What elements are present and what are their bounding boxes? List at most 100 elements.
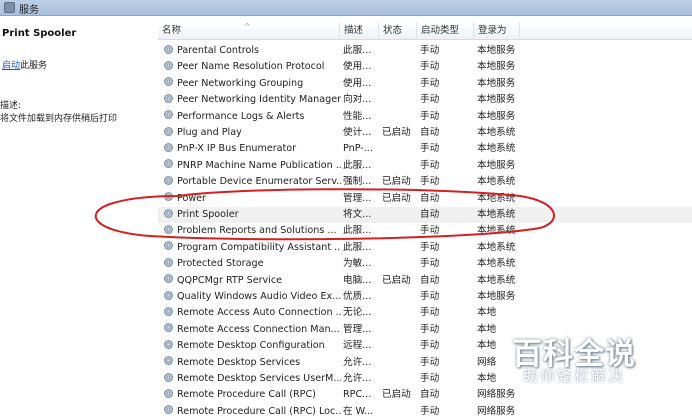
service-startup-type-cell: 手动 (420, 110, 440, 122)
service-logon-cell: 本地服务 (477, 291, 516, 302)
service-status-cell (382, 43, 418, 59)
service-status-cell (382, 404, 418, 419)
service-name-cell: Remote Desktop Services (163, 355, 341, 371)
service-description-cell: 此服... (343, 225, 372, 237)
service-startup-type-cell: 自动 (420, 274, 440, 286)
column-header-status[interactable]: 状态 (379, 22, 417, 40)
gear-icon (164, 405, 173, 415)
table-row[interactable]: PnP-X IP Bus Enumerator PnP-... 手动 本地系统 (158, 141, 692, 157)
service-status-cell (382, 256, 418, 272)
service-name-text: Protected Storage (177, 258, 264, 270)
table-row[interactable]: Problem Reports and Solutions ... 此服... 手动… (158, 223, 692, 239)
service-name-text: Remote Desktop Services (177, 356, 301, 368)
table-row[interactable]: Protected Storage 为敏... 手动 本地系统 (158, 256, 692, 272)
service-startup-type-cell: 自动 (420, 192, 440, 204)
service-status-cell: 已启动 (382, 274, 411, 286)
service-status-cell (382, 59, 418, 75)
column-header-name[interactable]: 名称 ^ (158, 22, 340, 40)
service-status-cell (382, 338, 418, 354)
service-name-text: Power (177, 192, 207, 204)
column-header-startup-type[interactable]: 启动类型 (417, 22, 474, 40)
service-startup-type-cell: 手动 (420, 143, 440, 155)
service-startup-type-cell: 手动 (420, 225, 440, 237)
service-name-text: Remote Access Connection Man... (177, 323, 340, 335)
table-row[interactable]: Performance Logs & Alerts 性能... 手动 本地服务 (158, 109, 692, 125)
service-description-cell: 为敏... (343, 258, 372, 270)
service-status-cell: 已启动 (382, 176, 411, 188)
service-status-cell (382, 371, 418, 387)
service-status-cell (382, 289, 418, 305)
service-name-cell: Remote Procedure Call (RPC) (163, 387, 341, 403)
gear-icon (164, 306, 173, 316)
table-row[interactable]: Remote Procedure Call (RPC) Loc... 在 W...… (158, 404, 692, 419)
service-description-cell: 优质... (343, 291, 372, 302)
service-description-cell: 此服... (343, 241, 372, 253)
service-status-cell (382, 207, 418, 223)
service-name-text: Peer Name Resolution Protocol (177, 61, 325, 73)
service-logon-cell: 本地服务 (477, 45, 516, 56)
start-service-line: 启动此服务 (2, 58, 47, 71)
service-name-cell: Problem Reports and Solutions ... (163, 223, 341, 239)
gear-icon (164, 93, 173, 103)
table-row[interactable]: Remote Access Auto Connection ... 无论... 手动… (158, 305, 692, 321)
service-startup-type-cell: 手动 (420, 340, 440, 352)
service-startup-type-cell: 手动 (420, 323, 440, 335)
service-startup-type-cell: 手动 (420, 258, 440, 270)
service-description-cell: 使用... (343, 77, 372, 89)
service-name-text: PNRP Machine Name Publication ... (177, 159, 341, 171)
service-logon-cell: 本地服务 (477, 94, 516, 106)
service-name-cell: Print Spooler (163, 207, 341, 223)
service-name-text: Quality Windows Audio Video Ex... (177, 291, 341, 302)
gear-icon (164, 208, 173, 218)
service-logon-cell: 本地系统 (477, 274, 516, 286)
service-name-text: Plug and Play (177, 127, 242, 138)
service-description-cell: RPC... (343, 389, 372, 401)
gear-icon (164, 372, 173, 382)
table-row[interactable]: Portable Device Enumerator Serv... 强制... 已… (158, 174, 692, 190)
service-name-text: Parental Controls (177, 45, 259, 56)
table-row[interactable]: Print Spooler 将文... 自动 本地系统 (158, 207, 692, 224)
table-row[interactable]: Quality Windows Audio Video Ex... 优质... 手动… (158, 289, 692, 305)
service-status-cell (382, 240, 418, 256)
service-description-cell: 管理... (343, 192, 372, 204)
column-header-description[interactable]: 描述 (340, 22, 379, 40)
service-name-cell: Peer Networking Identity Manager (163, 92, 341, 108)
service-name-cell: QQPCMgr RTP Service (163, 273, 341, 289)
services-app-icon (4, 2, 15, 13)
service-name-cell: Parental Controls (163, 43, 341, 59)
service-logon-cell: 本地系统 (477, 192, 516, 204)
service-name-text: Remote Desktop Configuration (177, 340, 325, 352)
service-status-cell: 已启动 (382, 192, 411, 204)
service-logon-cell: 本地 (477, 307, 497, 319)
gear-icon (164, 224, 173, 234)
service-status-cell (382, 355, 418, 371)
table-row[interactable]: Plug and Play 使计... 已启动 自动 本地系统 (158, 125, 692, 141)
table-row[interactable]: Parental Controls 此服... 手动 本地服务 (158, 43, 692, 59)
service-name-cell: Remote Desktop Configuration (163, 338, 341, 354)
service-status-cell: 已启动 (382, 389, 411, 401)
table-row[interactable]: Peer Networking Grouping 使用... 手动 本地服务 (158, 76, 692, 92)
service-name-text: QQPCMgr RTP Service (177, 274, 283, 286)
table-row[interactable]: Program Compatibility Assistant ... 此服...… (158, 240, 692, 256)
column-header-logon[interactable]: 登录为 (474, 22, 520, 40)
start-service-link[interactable]: 启动 (2, 61, 20, 71)
service-startup-type-cell: 手动 (420, 241, 440, 253)
service-name-text: Remote Access Auto Connection ... (177, 307, 341, 319)
service-name-cell: Power (163, 191, 341, 207)
service-name-cell: Peer Name Resolution Protocol (163, 59, 341, 75)
service-logon-cell: 本地服务 (477, 77, 516, 89)
service-description-cell: 无论... (343, 307, 372, 319)
service-description-cell: 在 W... (343, 405, 374, 417)
table-row[interactable]: QQPCMgr RTP Service 电脑... 已启动 自动 本地系统 (158, 273, 692, 289)
service-name-text: Remote Procedure Call (RPC) Loc... (177, 405, 341, 417)
service-name-cell: Remote Access Auto Connection ... (163, 305, 341, 321)
table-row[interactable]: Peer Name Resolution Protocol 使用... 手动 本地服务 (158, 59, 692, 75)
table-row[interactable]: Peer Networking Identity Manager 向对... 手动 本… (158, 92, 692, 108)
service-startup-type-cell: 自动 (420, 389, 440, 401)
description-label: 描述: (0, 101, 22, 111)
table-row[interactable]: Power 管理... 已启动 自动 本地系统 (158, 191, 692, 207)
gear-icon (164, 323, 173, 333)
table-row[interactable]: PNRP Machine Name Publication ... 此服... 手动… (158, 158, 692, 174)
gear-icon (164, 339, 173, 349)
service-description-cell: 使计... (343, 127, 372, 138)
